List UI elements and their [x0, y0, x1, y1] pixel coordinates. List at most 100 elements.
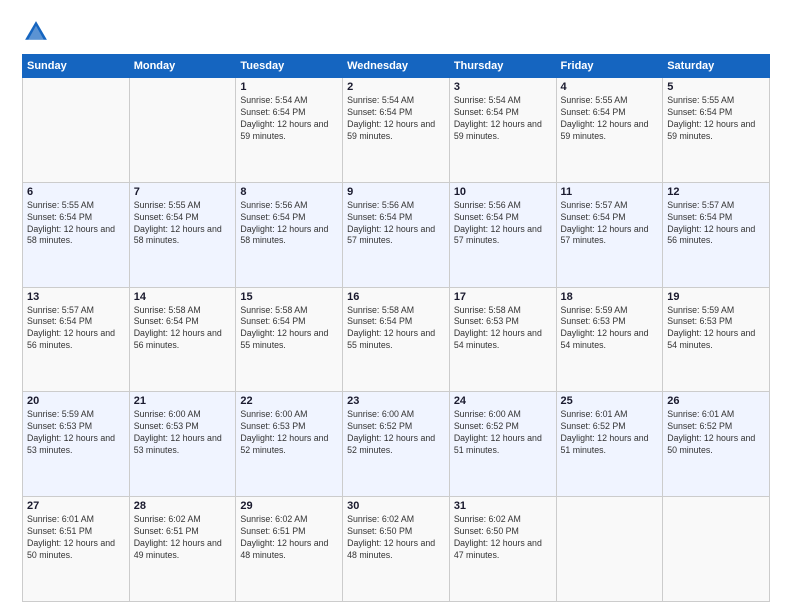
day-cell: 14 Sunrise: 5:58 AMSunset: 6:54 PMDayligh…	[129, 287, 236, 392]
week-row-2: 6 Sunrise: 5:55 AMSunset: 6:54 PMDaylight…	[23, 182, 770, 287]
week-row-4: 20 Sunrise: 5:59 AMSunset: 6:53 PMDayligh…	[23, 392, 770, 497]
day-number: 4	[561, 81, 659, 93]
col-header-wednesday: Wednesday	[343, 55, 450, 78]
day-info: Sunrise: 5:56 AMSunset: 6:54 PMDaylight:…	[454, 200, 552, 248]
day-cell: 31 Sunrise: 6:02 AMSunset: 6:50 PMDayligh…	[449, 497, 556, 602]
day-cell: 9 Sunrise: 5:56 AMSunset: 6:54 PMDaylight…	[343, 182, 450, 287]
day-info: Sunrise: 5:59 AMSunset: 6:53 PMDaylight:…	[667, 305, 765, 353]
day-number: 9	[347, 186, 445, 198]
day-number: 2	[347, 81, 445, 93]
day-number: 22	[240, 395, 338, 407]
day-cell: 23Sunrise: 6:00 AMSunset: 6:52 PMDayligh…	[343, 392, 450, 497]
day-info: Sunrise: 5:59 AMSunset: 6:53 PMDaylight:…	[561, 305, 659, 353]
col-header-thursday: Thursday	[449, 55, 556, 78]
day-info: Sunrise: 6:02 AMSunset: 6:51 PMDaylight:…	[240, 514, 338, 562]
day-info: Sunrise: 6:01 AMSunset: 6:52 PMDaylight:…	[561, 409, 659, 457]
day-number: 20	[27, 395, 125, 407]
day-cell: 16 Sunrise: 5:58 AMSunset: 6:54 PMDayligh…	[343, 287, 450, 392]
day-number: 7	[134, 186, 232, 198]
day-info: Sunrise: 5:54 AMSunset: 6:54 PMDaylight:…	[240, 95, 338, 143]
day-cell: 6 Sunrise: 5:55 AMSunset: 6:54 PMDaylight…	[23, 182, 130, 287]
day-info: Sunrise: 6:02 AMSunset: 6:50 PMDaylight:…	[454, 514, 552, 562]
day-cell: 24 Sunrise: 6:00 AMSunset: 6:52 PMDayligh…	[449, 392, 556, 497]
day-cell	[556, 497, 663, 602]
day-info: Sunrise: 6:00 AMSunset: 6:52 PMDaylight:…	[454, 409, 552, 457]
day-cell: 11Sunrise: 5:57 AMSunset: 6:54 PMDayligh…	[556, 182, 663, 287]
day-number: 26	[667, 395, 765, 407]
day-cell	[663, 497, 770, 602]
day-number: 17	[454, 291, 552, 303]
day-info: Sunrise: 6:01 AMSunset: 6:51 PMDaylight:…	[27, 514, 125, 562]
col-header-saturday: Saturday	[663, 55, 770, 78]
day-number: 31	[454, 500, 552, 512]
day-number: 6	[27, 186, 125, 198]
day-number: 30	[347, 500, 445, 512]
day-cell: 18Sunrise: 5:59 AMSunset: 6:53 PMDayligh…	[556, 287, 663, 392]
page: SundayMondayTuesdayWednesdayThursdayFrid…	[0, 0, 792, 612]
day-info: Sunrise: 5:58 AMSunset: 6:54 PMDaylight:…	[347, 305, 445, 353]
day-number: 16	[347, 291, 445, 303]
day-info: Sunrise: 6:01 AMSunset: 6:52 PMDaylight:…	[667, 409, 765, 457]
day-number: 1	[240, 81, 338, 93]
day-info: Sunrise: 6:02 AMSunset: 6:50 PMDaylight:…	[347, 514, 445, 562]
day-cell: 10 Sunrise: 5:56 AMSunset: 6:54 PMDayligh…	[449, 182, 556, 287]
day-number: 8	[240, 186, 338, 198]
day-info: Sunrise: 5:57 AMSunset: 6:54 PMDaylight:…	[561, 200, 659, 248]
header	[22, 18, 770, 46]
day-cell: 17Sunrise: 5:58 AMSunset: 6:53 PMDayligh…	[449, 287, 556, 392]
day-info: Sunrise: 5:58 AMSunset: 6:54 PMDaylight:…	[134, 305, 232, 353]
col-header-friday: Friday	[556, 55, 663, 78]
day-cell: 1 Sunrise: 5:54 AMSunset: 6:54 PMDaylight…	[236, 78, 343, 183]
day-info: Sunrise: 5:54 AMSunset: 6:54 PMDaylight:…	[347, 95, 445, 143]
day-number: 27	[27, 500, 125, 512]
day-cell: 25 Sunrise: 6:01 AMSunset: 6:52 PMDayligh…	[556, 392, 663, 497]
day-cell: 13 Sunrise: 5:57 AMSunset: 6:54 PMDayligh…	[23, 287, 130, 392]
day-info: Sunrise: 5:57 AMSunset: 6:54 PMDaylight:…	[667, 200, 765, 248]
day-cell: 8 Sunrise: 5:56 AMSunset: 6:54 PMDaylight…	[236, 182, 343, 287]
day-info: Sunrise: 5:55 AMSunset: 6:54 PMDaylight:…	[561, 95, 659, 143]
day-number: 29	[240, 500, 338, 512]
day-number: 25	[561, 395, 659, 407]
day-info: Sunrise: 5:56 AMSunset: 6:54 PMDaylight:…	[240, 200, 338, 248]
day-info: Sunrise: 5:55 AMSunset: 6:54 PMDaylight:…	[134, 200, 232, 248]
day-cell: 2 Sunrise: 5:54 AMSunset: 6:54 PMDaylight…	[343, 78, 450, 183]
day-info: Sunrise: 5:58 AMSunset: 6:54 PMDaylight:…	[240, 305, 338, 353]
col-header-tuesday: Tuesday	[236, 55, 343, 78]
col-header-sunday: Sunday	[23, 55, 130, 78]
day-cell	[23, 78, 130, 183]
col-header-monday: Monday	[129, 55, 236, 78]
day-cell: 30 Sunrise: 6:02 AMSunset: 6:50 PMDayligh…	[343, 497, 450, 602]
day-info: Sunrise: 6:02 AMSunset: 6:51 PMDaylight:…	[134, 514, 232, 562]
day-number: 10	[454, 186, 552, 198]
day-cell: 26 Sunrise: 6:01 AMSunset: 6:52 PMDayligh…	[663, 392, 770, 497]
day-cell	[129, 78, 236, 183]
day-number: 13	[27, 291, 125, 303]
day-info: Sunrise: 5:54 AMSunset: 6:54 PMDaylight:…	[454, 95, 552, 143]
day-cell: 22Sunrise: 6:00 AMSunset: 6:53 PMDayligh…	[236, 392, 343, 497]
day-number: 28	[134, 500, 232, 512]
day-cell: 3Sunrise: 5:54 AMSunset: 6:54 PMDaylight…	[449, 78, 556, 183]
week-row-5: 27 Sunrise: 6:01 AMSunset: 6:51 PMDayligh…	[23, 497, 770, 602]
day-number: 15	[240, 291, 338, 303]
day-cell: 12Sunrise: 5:57 AMSunset: 6:54 PMDayligh…	[663, 182, 770, 287]
day-cell: 5 Sunrise: 5:55 AMSunset: 6:54 PMDaylight…	[663, 78, 770, 183]
calendar: SundayMondayTuesdayWednesdayThursdayFrid…	[22, 54, 770, 602]
logo-icon	[22, 18, 50, 46]
day-cell: 27 Sunrise: 6:01 AMSunset: 6:51 PMDayligh…	[23, 497, 130, 602]
day-info: Sunrise: 5:59 AMSunset: 6:53 PMDaylight:…	[27, 409, 125, 457]
day-info: Sunrise: 5:55 AMSunset: 6:54 PMDaylight:…	[27, 200, 125, 248]
day-number: 5	[667, 81, 765, 93]
day-number: 19	[667, 291, 765, 303]
week-row-1: 1 Sunrise: 5:54 AMSunset: 6:54 PMDaylight…	[23, 78, 770, 183]
day-cell: 20 Sunrise: 5:59 AMSunset: 6:53 PMDayligh…	[23, 392, 130, 497]
day-cell: 15 Sunrise: 5:58 AMSunset: 6:54 PMDayligh…	[236, 287, 343, 392]
header-row: SundayMondayTuesdayWednesdayThursdayFrid…	[23, 55, 770, 78]
day-info: Sunrise: 5:56 AMSunset: 6:54 PMDaylight:…	[347, 200, 445, 248]
day-info: Sunrise: 5:55 AMSunset: 6:54 PMDaylight:…	[667, 95, 765, 143]
day-cell: 29 Sunrise: 6:02 AMSunset: 6:51 PMDayligh…	[236, 497, 343, 602]
day-info: Sunrise: 6:00 AMSunset: 6:53 PMDaylight:…	[134, 409, 232, 457]
day-number: 24	[454, 395, 552, 407]
day-number: 23	[347, 395, 445, 407]
day-number: 14	[134, 291, 232, 303]
day-info: Sunrise: 5:57 AMSunset: 6:54 PMDaylight:…	[27, 305, 125, 353]
